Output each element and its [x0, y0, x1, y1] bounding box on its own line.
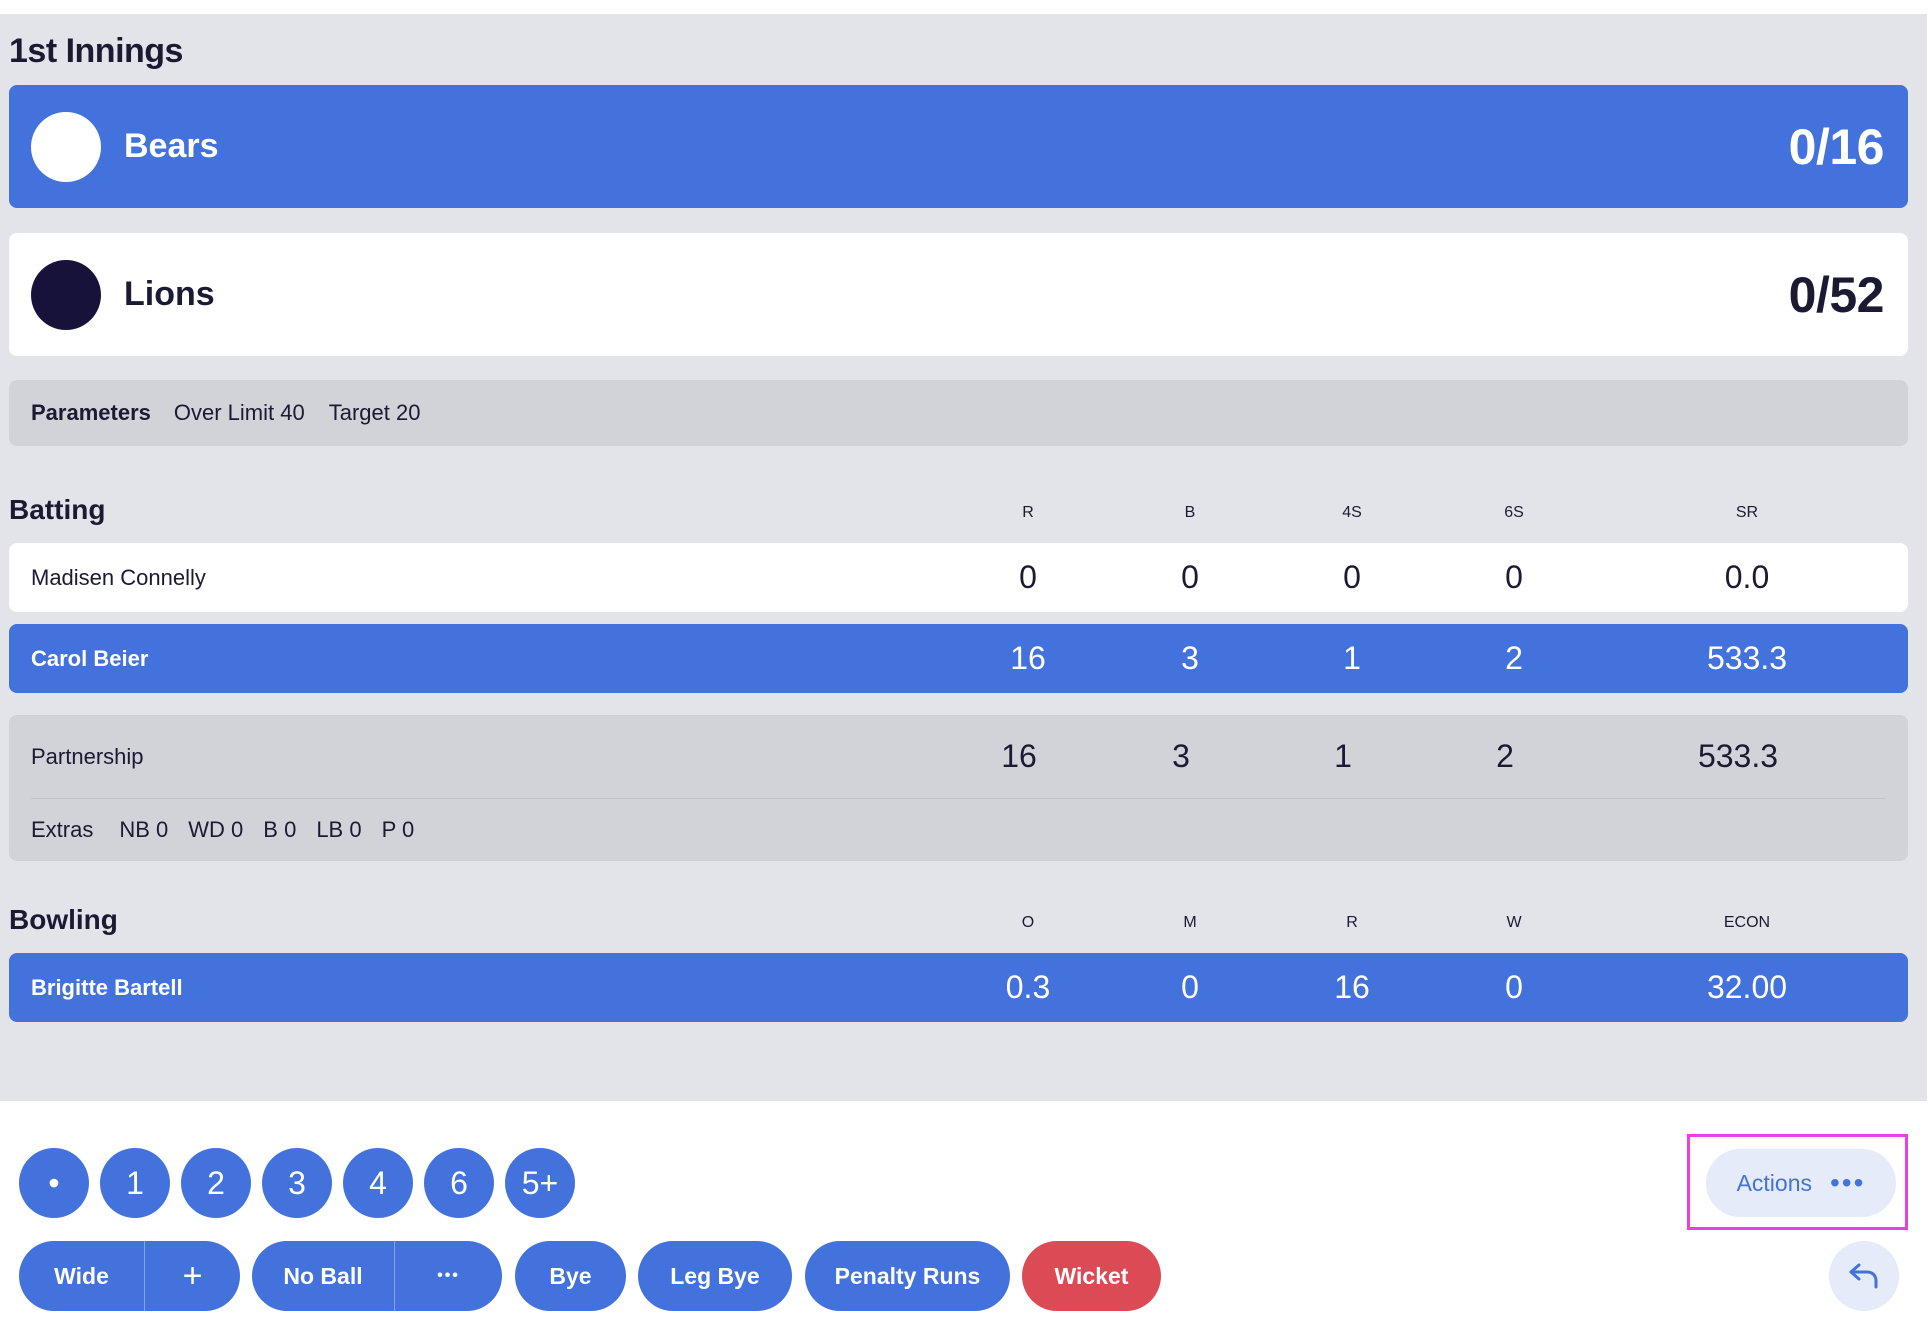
innings-title: 1st Innings	[9, 32, 183, 70]
leg-bye-button[interactable]: Leg Bye	[638, 1241, 792, 1311]
batter-balls: 3	[1181, 640, 1199, 676]
partnership-runs: 16	[1001, 738, 1037, 774]
no-ball-button[interactable]: No Ball	[252, 1241, 394, 1311]
col-head-runs: R	[1346, 914, 1358, 931]
run-1-button[interactable]: 1	[100, 1148, 170, 1218]
wide-button[interactable]: Wide	[19, 1241, 144, 1311]
bowler-wickets: 0	[1505, 969, 1523, 1005]
batter-fours: 1	[1343, 640, 1361, 676]
col-head-sixes: 6S	[1504, 504, 1524, 521]
col-head-maidens: M	[1183, 914, 1197, 931]
team-score: 0/52	[1788, 266, 1885, 323]
batter-runs: 16	[1010, 640, 1046, 676]
team-score: 0/16	[1788, 118, 1885, 175]
parameters-label: Parameters	[31, 400, 151, 425]
batter-sixes: 2	[1505, 640, 1523, 676]
batter-row[interactable]: Madisen Connelly 0 0 0 0 0.0	[9, 543, 1908, 612]
batter-strike-rate: 0.0	[1724, 559, 1770, 595]
target: Target 20	[328, 400, 421, 425]
scoring-page: 1st Innings Bears 0/16 Lions 0/52 Parame…	[0, 0, 1929, 1321]
over-limit: Over Limit 40	[173, 400, 305, 425]
team-name: Bears	[124, 127, 219, 165]
batter-strike-rate: 533.3	[1706, 640, 1788, 676]
batter-name: Carol Beier	[31, 646, 149, 671]
run-4-button[interactable]: 4	[343, 1148, 413, 1218]
penalty-runs-button[interactable]: Penalty Runs	[805, 1241, 1010, 1311]
batter-sixes: 0	[1505, 559, 1523, 595]
team-name: Lions	[124, 275, 215, 313]
partnership-sixes: 2	[1496, 738, 1514, 774]
wicket-button[interactable]: Wicket	[1022, 1241, 1161, 1311]
run-6-button[interactable]: 6	[424, 1148, 494, 1218]
partnership-strike-rate: 533.3	[1697, 738, 1779, 774]
plus-icon[interactable]: +	[145, 1241, 240, 1311]
team-logo	[31, 259, 101, 330]
col-head-fours: 4S	[1342, 504, 1362, 521]
partnership-balls: 3	[1172, 738, 1190, 774]
col-head-wickets: W	[1506, 914, 1522, 931]
no-ball-button-group: No Ball •••	[252, 1241, 502, 1311]
bowling-column-headers: O M R W ECON	[0, 914, 1929, 938]
actions-label: Actions	[1736, 1169, 1812, 1196]
batter-row-on-strike[interactable]: Carol Beier 16 3 1 2 533.3	[9, 624, 1908, 693]
extras-row: Extras NB 0 WD 0 B 0 LB 0 P 0	[31, 799, 434, 861]
team-logo	[31, 111, 101, 182]
col-head-balls: B	[1184, 504, 1196, 521]
col-head-economy: ECON	[1723, 914, 1771, 931]
bowler-economy: 32.00	[1706, 969, 1788, 1005]
run-5-plus-button[interactable]: 5+	[505, 1148, 575, 1218]
bowler-runs: 16	[1334, 969, 1370, 1005]
more-dots-icon[interactable]: •••	[395, 1241, 502, 1311]
team-card-bowling[interactable]: Lions 0/52	[9, 233, 1908, 356]
bowler-row[interactable]: Brigitte Bartell 0.3 0 16 0 32.00	[9, 953, 1908, 1022]
extras-wide: WD 0	[188, 817, 244, 842]
batter-fours: 0	[1343, 559, 1361, 595]
bye-button[interactable]: Bye	[515, 1241, 626, 1311]
extras-label: Extras	[31, 817, 94, 842]
bowler-name: Brigitte Bartell	[31, 975, 183, 1000]
bowler-maidens: 0	[1181, 969, 1199, 1005]
extras-penalty: P 0	[381, 817, 415, 842]
batting-column-headers: R B 4S 6S SR	[0, 504, 1929, 528]
extras-no-ball: NB 0	[119, 817, 169, 842]
parameters-bar: Parameters Over Limit 40 Target 20	[9, 380, 1908, 446]
extras-leg-bye: LB 0	[316, 817, 362, 842]
wide-button-group: Wide +	[19, 1241, 240, 1311]
col-head-runs: R	[1022, 504, 1034, 521]
undo-button[interactable]	[1829, 1241, 1899, 1311]
partnership-panel: Partnership 16 3 1 2 533.3 Extras NB 0 W…	[9, 715, 1908, 861]
batter-balls: 0	[1181, 559, 1199, 595]
run-3-button[interactable]: 3	[262, 1148, 332, 1218]
col-head-overs: O	[1021, 914, 1035, 931]
run-2-button[interactable]: 2	[181, 1148, 251, 1218]
partnership-label: Partnership	[31, 744, 144, 769]
partnership-fours: 1	[1334, 738, 1352, 774]
col-head-strike-rate: SR	[1735, 504, 1759, 521]
more-dots-icon: •••	[1830, 1167, 1866, 1198]
scoreboard-panel: 1st Innings Bears 0/16 Lions 0/52 Parame…	[0, 14, 1927, 1101]
batter-name: Madisen Connelly	[31, 565, 206, 590]
undo-arrow-icon	[1849, 1263, 1878, 1289]
bowler-overs: 0.3	[1005, 969, 1051, 1005]
batter-runs: 0	[1019, 559, 1037, 595]
extras-bye: B 0	[263, 817, 297, 842]
partnership-row: Partnership 16 3 1 2 533.3	[9, 715, 1908, 798]
dot-ball-button[interactable]: •	[19, 1148, 89, 1218]
actions-button[interactable]: Actions •••	[1706, 1149, 1896, 1217]
team-card-batting[interactable]: Bears 0/16	[9, 85, 1908, 208]
